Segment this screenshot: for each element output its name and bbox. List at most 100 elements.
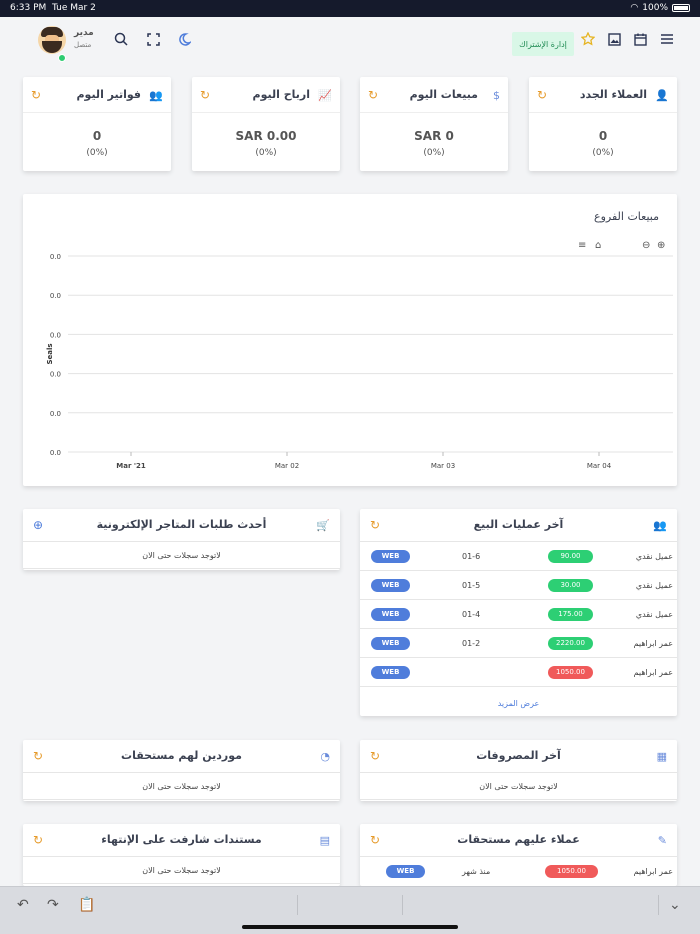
y-tick-label: 0.0: [50, 371, 61, 379]
source-badge: WEB: [371, 666, 410, 679]
users-icon: 👥: [149, 89, 163, 102]
customer-name: عميل نقدي: [635, 610, 673, 619]
online-orders-panel: 🛒 أحدث طلبات المتاجر الإلكترونية ⊕ لاتوج…: [23, 509, 340, 570]
refresh-icon[interactable]: ↻: [31, 88, 41, 102]
branch-sales-chart-card: مبيعات الفروع ≡ ⌂ ⊖ ⊕ 0.0 0.0 0.0 0.0 0.0 0.0…: [23, 194, 677, 486]
empty-message: لاتوجد سجلات حتى الان: [23, 773, 340, 800]
wifi-icon: ◠: [630, 3, 639, 13]
table-row[interactable]: عميل نقدي 175.00 01-4 WEB: [360, 600, 677, 629]
add-circle-icon[interactable]: ⊕: [33, 518, 43, 532]
latest-expenses-panel: ▦ آخر المصروفات ↻ لاتوجد سجلات حتى الان: [360, 740, 677, 801]
status-time: 6:33 PM: [10, 3, 47, 13]
stat-card-new-customers: 👤 العملاء الجدد ↻ 0 (0%): [529, 77, 677, 171]
stat-percent: (0%): [86, 148, 108, 158]
expiring-documents-panel: ▤ مستندات شارفت على الإنتهاء ↻ لاتوجد سج…: [23, 824, 340, 886]
chevron-down-icon[interactable]: ⌄: [669, 897, 681, 913]
table-row[interactable]: عميل نقدي 30.00 01-5 WEB: [360, 571, 677, 600]
x-tick-label: Mar 04: [587, 462, 612, 470]
amount-badge: 1050.00: [548, 666, 593, 679]
stat-value: 0: [598, 129, 608, 143]
status-date: Tue Mar 2: [52, 3, 96, 13]
dark-mode-moon-icon[interactable]: [176, 31, 192, 47]
refresh-icon[interactable]: ↻: [200, 88, 210, 102]
refresh-icon[interactable]: ↻: [368, 88, 378, 102]
customer-name: عمر ابراهيم: [633, 867, 673, 876]
show-more-link[interactable]: عرض المزيد: [360, 699, 677, 708]
stat-value: SAR 0: [414, 129, 454, 143]
empty-message: لاتوجد سجلات حتى الان: [23, 857, 340, 884]
table-row[interactable]: عمر ابراهيم 2220.00 01-2 WEB: [360, 629, 677, 658]
refresh-icon[interactable]: ↻: [370, 749, 380, 763]
panel-title: آخر المصروفات: [476, 749, 561, 762]
customer-name: عمر ابراهيم: [633, 639, 673, 648]
x-tick-label: Mar 02: [275, 462, 299, 470]
user-icon: 👤: [655, 89, 669, 102]
customer-name: عميل نقدي: [635, 552, 673, 561]
panel-title: عملاء عليهم مستحقات: [457, 833, 580, 846]
home-indicator: [242, 925, 458, 929]
online-indicator: [58, 54, 66, 62]
menu-icon[interactable]: [659, 31, 675, 47]
stat-title: العملاء الجدد: [579, 88, 647, 101]
y-axis-label: Seals: [46, 343, 54, 364]
stat-value: SAR 0.00: [235, 129, 297, 143]
star-icon[interactable]: [580, 31, 596, 47]
y-tick-label: 0.0: [50, 449, 61, 457]
y-tick-label: 0.0: [50, 253, 61, 261]
y-tick-label: 0.0: [50, 410, 61, 418]
keyboard-shortcut-bar: ↶ ↷ 📋 ⌄: [0, 886, 700, 934]
source-badge: WEB: [371, 608, 410, 621]
refresh-icon[interactable]: ↻: [370, 833, 380, 847]
y-tick-label: 0.0: [50, 331, 61, 339]
customer-name: عميل نقدي: [635, 581, 673, 590]
panel-title: أحدث طلبات المتاجر الإلكترونية: [96, 518, 267, 531]
refresh-icon[interactable]: ↻: [370, 518, 380, 532]
dollar-coin-icon: $: [493, 89, 500, 102]
line-chart-icon: 📈: [318, 89, 332, 102]
calendar-icon[interactable]: [632, 31, 648, 47]
empty-message: لاتوجد سجلات حتى الان: [23, 542, 340, 569]
stat-percent: (0%): [423, 148, 445, 158]
panel-title: مستندات شارفت على الإنتهاء: [101, 833, 262, 846]
battery-icon: [672, 4, 690, 12]
table-row[interactable]: عمر ابراهيم 1050.00 منذ شهر WEB: [360, 857, 677, 886]
amount-badge: 30.00: [548, 579, 593, 592]
table-row[interactable]: عميل نقدي 90.00 01-6 WEB: [360, 542, 677, 571]
sale-date: 01-4: [462, 610, 481, 619]
y-tick-label: 0.0: [50, 292, 61, 300]
stat-percent: (0%): [255, 148, 277, 158]
sale-date: 01-5: [462, 581, 481, 590]
avatar[interactable]: [38, 26, 66, 54]
source-badge: WEB: [371, 637, 410, 650]
undo-icon[interactable]: ↶: [17, 897, 29, 913]
search-icon[interactable]: [113, 31, 129, 47]
redo-icon[interactable]: ↷: [47, 897, 59, 913]
refresh-icon[interactable]: ↻: [537, 88, 547, 102]
image-icon[interactable]: [606, 31, 622, 47]
x-tick-label: Mar 03: [431, 462, 455, 470]
clipboard-icon[interactable]: 📋: [78, 897, 95, 913]
stat-percent: (0%): [592, 148, 614, 158]
stat-value: 0: [92, 129, 102, 143]
sale-date: 01-2: [462, 639, 481, 648]
source-badge: WEB: [386, 865, 425, 878]
battery-percent: 100%: [642, 3, 668, 13]
table-row[interactable]: عمر ابراهيم 1050.00 WEB: [360, 658, 677, 687]
stat-title: مبيعات اليوم: [409, 88, 478, 101]
latest-sales-panel: 👥 آخر عمليات البيع ↻ عميل نقدي 90.00 01-6 W…: [360, 509, 677, 716]
source-badge: WEB: [371, 579, 410, 592]
panel-title: موردين لهم مستحقات: [121, 749, 242, 762]
amount-badge: 2220.00: [548, 637, 593, 650]
sales-list: عميل نقدي 90.00 01-6 WEB عميل نقدي 30.00 01-5 W…: [360, 542, 677, 687]
stat-title: فواتير اليوم: [76, 88, 141, 101]
stat-title: ارباح اليوم: [252, 88, 310, 101]
manage-subscription-button[interactable]: إدارة الإشتراك: [512, 32, 574, 56]
system-status-bar: 6:33 PM Tue Mar 2 ◠ 100%: [0, 0, 700, 17]
fullscreen-icon[interactable]: [145, 31, 161, 47]
amount-badge: 1050.00: [545, 865, 598, 878]
customers-dues-panel: ✎ عملاء عليهم مستحقات ↻ عمر ابراهيم 1050…: [360, 824, 677, 886]
chart-plot: 0.0 0.0 0.0 0.0 0.0 0.0 Mar '21 Mar 02 Mar 03 Mar…: [46, 253, 673, 470]
refresh-icon[interactable]: ↻: [33, 833, 43, 847]
empty-message: لاتوجد سجلات حتى الان: [360, 773, 677, 800]
refresh-icon[interactable]: ↻: [33, 749, 43, 763]
